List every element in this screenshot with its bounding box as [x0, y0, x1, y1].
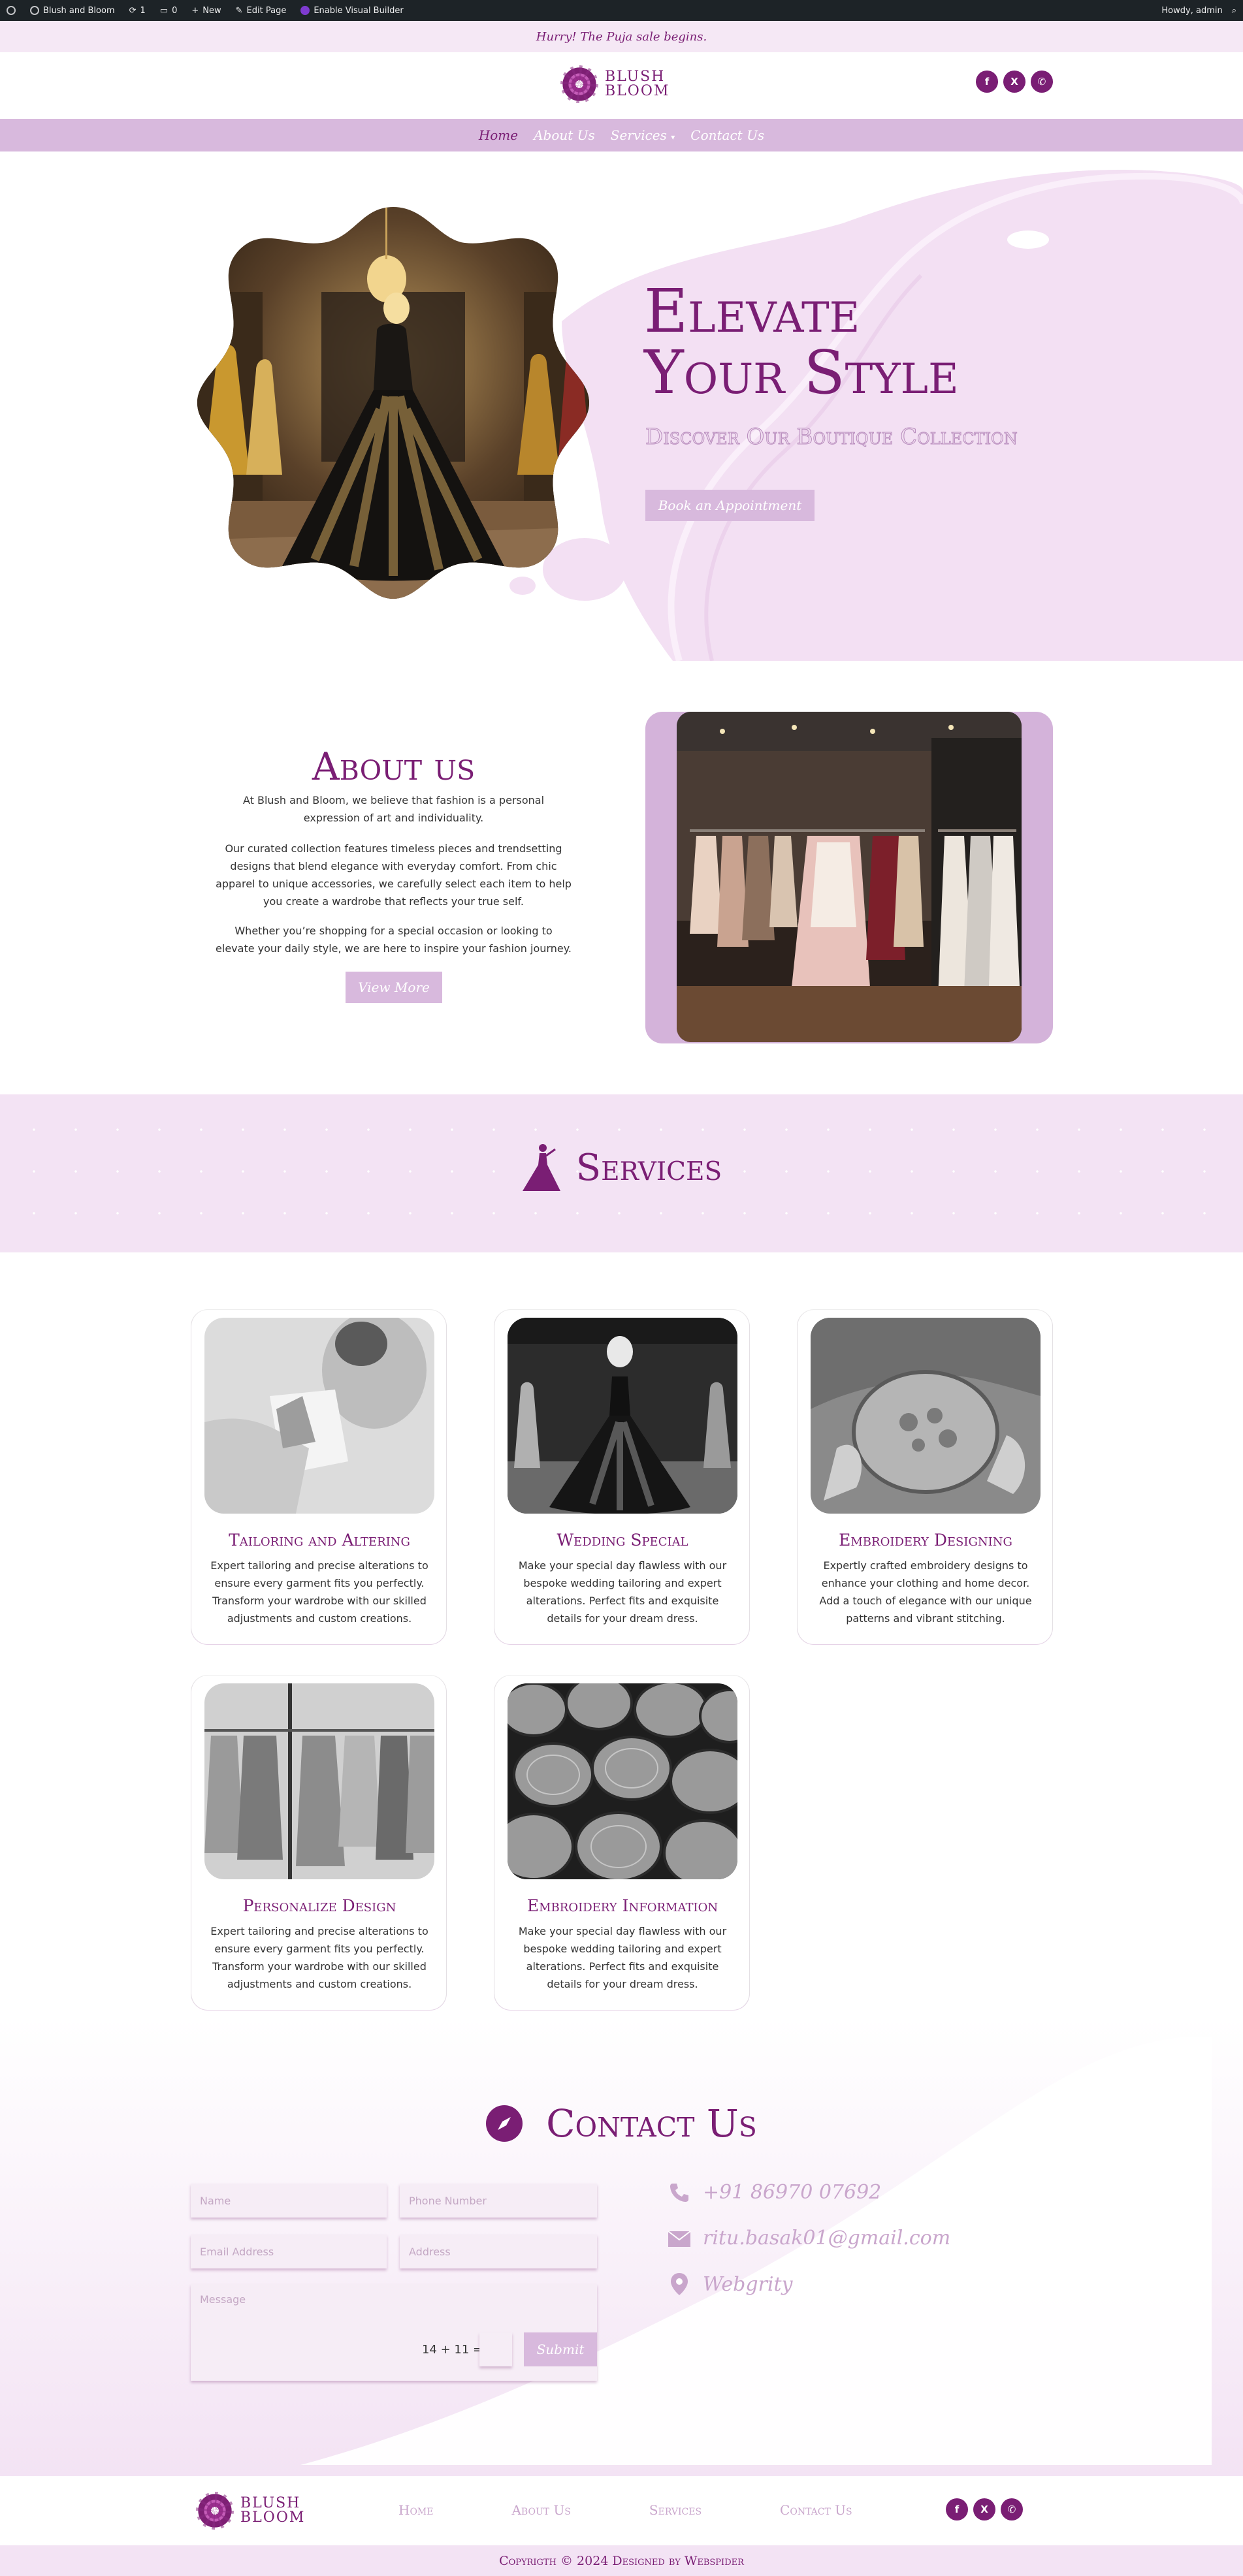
announcement-bar: Hurry! The Puja sale begins.	[0, 21, 1243, 52]
contact-email[interactable]: ritu.basak01@gmail.com	[668, 2227, 950, 2250]
footer-menu: Home About Us Services Contact Us	[398, 2502, 852, 2518]
facebook-icon[interactable]: f	[946, 2498, 968, 2520]
services-title: Services	[575, 1146, 722, 1189]
service-card[interactable]: Embroidery Designing Expertly crafted em…	[797, 1310, 1053, 1644]
wordpress-logo-icon[interactable]	[7, 6, 16, 15]
contact-title: Contact Us	[546, 2101, 757, 2146]
service-card[interactable]: Wedding Special Make your special day fl…	[494, 1310, 750, 1644]
admin-bar: Blush and Bloom ⟳ 1 ▭ 0 + New ✎ Edit Page En…	[0, 0, 1243, 21]
pencil-icon: ✎	[235, 5, 243, 16]
header-socials: f X ✆	[976, 71, 1053, 93]
footer-nav-services[interactable]: Services	[649, 2502, 702, 2518]
dress-icon	[522, 1144, 560, 1191]
embroidery-hoop-image	[811, 1318, 1041, 1514]
hero-background-blob	[509, 170, 1243, 661]
service-card[interactable]: Embroidery Information Make your special…	[494, 1676, 750, 2010]
main-nav: Home About Us Services ▾ Contact Us	[0, 119, 1243, 151]
admin-edit-page-link[interactable]: ✎ Edit Page	[236, 6, 287, 16]
phone-input[interactable]	[400, 2184, 597, 2218]
hero-section: Elevate Your Style Discover Our Boutique …	[0, 151, 1243, 661]
service-description: Make your special day flawless with our …	[518, 1925, 727, 1990]
name-input[interactable]	[191, 2184, 387, 2218]
service-description: Make your special day flawless with our …	[518, 1559, 727, 1625]
tailoring-image	[204, 1318, 434, 1514]
site-logo[interactable]: BLUSH BLOOM	[560, 65, 670, 103]
service-description: Expert tailoring and precise alterations…	[210, 1559, 428, 1625]
hero-boutique-image	[197, 207, 589, 599]
service-description: Expert tailoring and precise alterations…	[210, 1925, 428, 1990]
footer-nav-about[interactable]: About Us	[511, 2502, 570, 2518]
x-twitter-icon[interactable]: X	[973, 2498, 995, 2520]
chevron-down-icon: ▾	[671, 133, 675, 142]
thread-spools-image	[508, 1683, 737, 1879]
facebook-icon[interactable]: f	[976, 71, 998, 93]
about-paragraph-2: Our curated collection features timeless…	[216, 842, 572, 908]
service-card[interactable]: Personalize Design Expert tailoring and …	[191, 1676, 447, 2010]
contact-phone[interactable]: +91 86970 07692	[668, 2181, 881, 2204]
nav-about[interactable]: About Us	[534, 127, 595, 143]
captcha-input[interactable]	[479, 2332, 512, 2366]
admin-site-link[interactable]: Blush and Bloom	[30, 6, 115, 16]
hero-subtitle: Discover Our Boutique Collection	[645, 424, 1018, 450]
about-boutique-image	[677, 712, 1022, 1042]
service-title: Tailoring and Altering	[229, 1531, 410, 1550]
service-title: Embroidery Information	[526, 1896, 718, 1915]
phone-icon	[668, 2182, 691, 2204]
service-card[interactable]: Tailoring and Altering Expert tailoring …	[191, 1310, 447, 1644]
service-title: Wedding Special	[557, 1531, 688, 1550]
submit-button[interactable]: Submit	[524, 2332, 597, 2366]
service-title: Embroidery Designing	[839, 1531, 1012, 1550]
admin-visual-builder-link[interactable]: Enable Visual Builder	[300, 6, 404, 16]
admin-updates-link[interactable]: ⟳ 1	[129, 6, 146, 16]
view-more-button[interactable]: View More	[346, 972, 442, 1003]
site-header: BLUSH BLOOM f X ✆	[0, 52, 1243, 119]
captcha-question: 14 + 11 =	[422, 2343, 483, 2357]
about-paragraph-1: At Blush and Bloom, we believe that fash…	[242, 794, 545, 824]
address-input[interactable]	[400, 2234, 597, 2268]
footer-socials: f X ✆	[946, 2498, 1023, 2520]
contact-section: Contact Us	[0, 2018, 1243, 2476]
map-pin-icon	[668, 2272, 691, 2296]
home-icon	[30, 6, 39, 15]
about-title: About us	[312, 744, 476, 789]
personalized-dresses-image	[204, 1683, 434, 1879]
email-input[interactable]	[191, 2234, 387, 2268]
services-header-band: Services	[0, 1094, 1243, 1252]
service-description: Expertly crafted embroidery designs to e…	[819, 1559, 1032, 1625]
whatsapp-icon[interactable]: ✆	[1001, 2498, 1023, 2520]
plus-icon: +	[191, 5, 199, 16]
refresh-icon: ⟳	[129, 5, 137, 16]
search-icon[interactable]: ⌕	[1232, 6, 1236, 16]
contact-location[interactable]: Webgrity	[668, 2272, 793, 2296]
compass-icon	[486, 2105, 523, 2142]
contact-background-shape	[0, 2018, 1243, 2476]
admin-account-link[interactable]: Howdy, admin	[1161, 6, 1222, 16]
envelope-icon	[668, 2229, 691, 2248]
admin-new-link[interactable]: + New	[191, 6, 221, 16]
copyright-bar: Copyrigth © 2024 Designed by Webspider	[0, 2545, 1243, 2576]
flower-logo-icon	[560, 65, 598, 103]
footer-nav-home[interactable]: Home	[398, 2502, 433, 2518]
footer-nav-contact[interactable]: Contact Us	[780, 2502, 852, 2518]
footer-logo[interactable]: BLUSH BLOOM	[196, 2492, 305, 2530]
flower-logo-icon	[196, 2492, 234, 2530]
comment-icon: ▭	[159, 5, 169, 16]
nav-home[interactable]: Home	[479, 127, 518, 143]
admin-comments-link[interactable]: ▭ 0	[160, 6, 178, 16]
about-paragraph-3: Whether you’re shopping for a special oc…	[216, 925, 572, 955]
service-title: Personalize Design	[242, 1896, 396, 1915]
x-twitter-icon[interactable]: X	[1003, 71, 1025, 93]
whatsapp-icon[interactable]: ✆	[1031, 71, 1053, 93]
hero-title: Elevate Your Style	[644, 276, 959, 407]
nav-contact[interactable]: Contact Us	[690, 127, 764, 143]
site-footer: BLUSH BLOOM Home About Us Services Conta…	[0, 2476, 1243, 2545]
wedding-gown-image	[508, 1318, 737, 1514]
divi-icon	[300, 6, 310, 15]
nav-services[interactable]: Services ▾	[611, 127, 675, 143]
book-appointment-button[interactable]: Book an Appointment	[645, 490, 815, 521]
